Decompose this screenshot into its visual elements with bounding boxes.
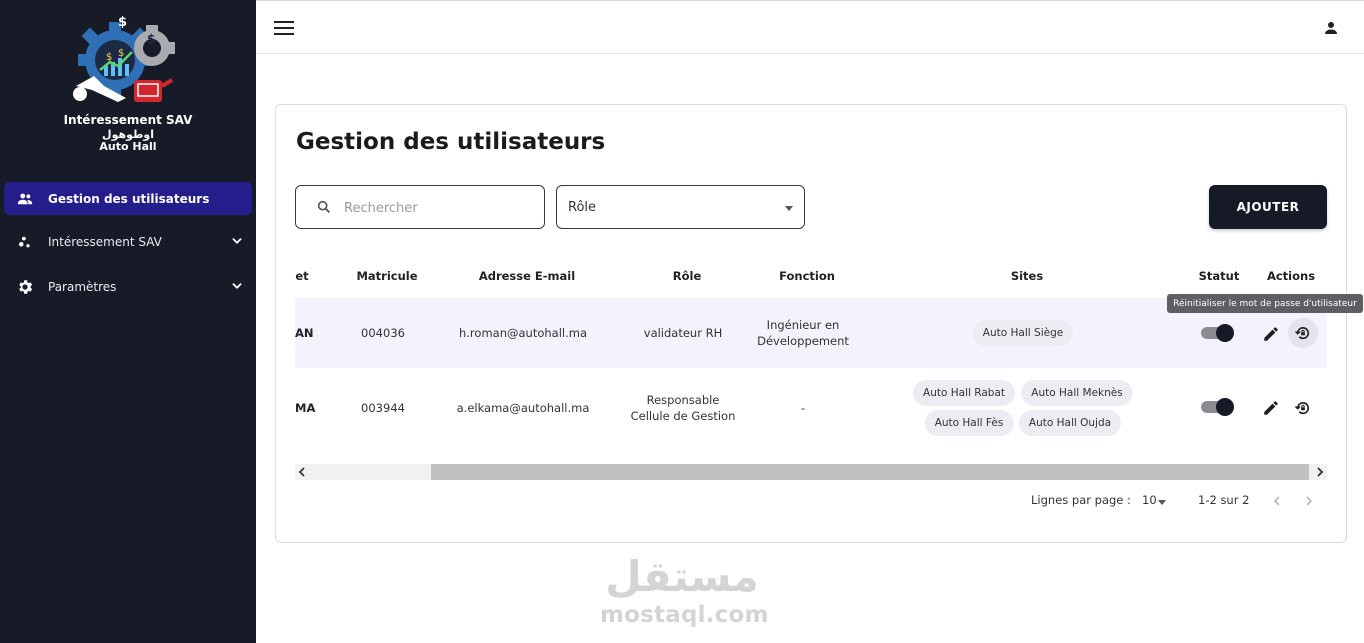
brand-name: Intéressement SAV <box>63 113 193 127</box>
column-header[interactable]: et <box>295 269 308 283</box>
user-fonction: Développement <box>757 334 849 348</box>
search-field[interactable] <box>295 185 545 229</box>
sidebar-item-label: Gestion des utilisateurs <box>48 191 210 206</box>
chevron-down-icon <box>232 238 242 244</box>
pagination-range: 1-2 sur 2 <box>1198 493 1250 507</box>
sidebar-item-label: Intéressement SAV <box>48 234 162 249</box>
site-chip: Auto Hall Oujda <box>1018 410 1122 436</box>
watermark-arabic: مستقل <box>605 552 759 601</box>
user-matricule: 004036 <box>361 326 405 340</box>
sidebar-item-interessement-sav[interactable]: Intéressement SAV <box>4 225 252 258</box>
rows-per-page-select[interactable]: 10 <box>1142 493 1157 507</box>
brand-subtitle: Auto Hall <box>99 140 157 153</box>
site-chip: Auto Hall Fès <box>924 410 1014 436</box>
site-chip: Auto Hall Meknès <box>1021 380 1133 406</box>
column-header[interactable]: Fonction <box>779 269 835 283</box>
column-header[interactable]: Adresse E-mail <box>479 269 575 283</box>
gear-icon <box>19 280 33 294</box>
edit-icon[interactable] <box>1262 325 1280 343</box>
user-name: AN <box>295 326 314 340</box>
lock-reset-icon[interactable] <box>1294 324 1312 342</box>
site-chip: Auto Hall Rabat <box>913 380 1015 406</box>
site-chip: Auto Hall Siège <box>972 320 1074 346</box>
menu-icon[interactable] <box>274 19 294 37</box>
role-select[interactable]: Rôle <box>556 185 805 229</box>
svg-text:$: $ <box>118 15 127 30</box>
svg-text:مستقل: مستقل <box>605 552 759 601</box>
column-header[interactable]: Sites <box>1011 269 1043 283</box>
next-page-icon[interactable] <box>1302 494 1316 508</box>
sidebar-item-parametres[interactable]: Paramètres <box>4 270 252 303</box>
svg-text:$: $ <box>147 32 155 46</box>
users-card: Gestion des utilisateurs Rôle AJOUTER et… <box>275 104 1347 543</box>
role-select-value: Rôle <box>568 200 597 215</box>
sidebar-item-label: Paramètres <box>48 279 117 294</box>
chevron-right-icon[interactable] <box>1315 467 1325 477</box>
user-role: Cellule de Gestion <box>630 409 736 423</box>
watermark-latin: mostaql.com <box>600 602 769 628</box>
column-header[interactable]: Matricule <box>356 269 417 283</box>
column-header[interactable]: Actions <box>1267 269 1315 283</box>
chevron-down-icon <box>232 283 242 289</box>
sidebar: $ $ $ $ Intéressement SAV اوطوهول Auto H… <box>0 0 256 643</box>
reset-password-tooltip: Réinitialiser le mot de passe d'utilisat… <box>1167 294 1363 313</box>
toggle-knob <box>1216 398 1234 416</box>
column-header[interactable]: Statut <box>1199 269 1240 283</box>
previous-page-icon[interactable] <box>1270 494 1284 508</box>
sidebar-item-gestion-utilisateurs[interactable]: Gestion des utilisateurs <box>4 182 252 215</box>
user-matricule: 003944 <box>361 401 405 415</box>
table-row[interactable]: MA 003944 a.elkama@autohall.ma Responsab… <box>295 368 1327 464</box>
users-table: et Matricule Adresse E-mail Rôle Fonctio… <box>295 255 1327 483</box>
user-name: MA <box>295 401 316 415</box>
status-toggle[interactable] <box>1201 398 1234 416</box>
toggle-knob <box>1216 324 1234 342</box>
user-fonction: - <box>800 401 806 415</box>
add-user-button[interactable]: AJOUTER <box>1209 185 1327 229</box>
edit-icon[interactable] <box>1262 399 1280 417</box>
account-icon[interactable] <box>1322 19 1340 37</box>
lock-reset-icon[interactable] <box>1294 399 1312 417</box>
rows-per-page-label: Lignes par page : <box>1031 493 1131 507</box>
user-role: Responsable <box>646 393 720 407</box>
column-header[interactable]: Rôle <box>673 269 702 283</box>
status-toggle[interactable] <box>1201 324 1234 342</box>
scrollbar-thumb[interactable] <box>431 464 1309 480</box>
horizontal-scrollbar[interactable] <box>295 464 1327 480</box>
page-title: Gestion des utilisateurs <box>296 129 606 155</box>
search-icon <box>317 200 330 213</box>
bubble-chart-icon <box>19 236 30 248</box>
user-fonction: Ingénieur en <box>766 318 840 332</box>
user-role: validateur RH <box>643 326 723 340</box>
user-email: h.roman@autohall.ma <box>458 326 588 340</box>
svg-text:$: $ <box>118 48 124 59</box>
company-logo: $ $ $ $ <box>73 15 175 102</box>
people-icon <box>17 193 33 205</box>
search-input[interactable] <box>344 196 534 220</box>
caret-down-icon <box>785 206 793 211</box>
chevron-left-icon[interactable] <box>297 467 307 477</box>
top-bar <box>256 0 1364 54</box>
user-email: a.elkama@autohall.ma <box>456 401 590 415</box>
caret-down-icon[interactable] <box>1158 500 1166 505</box>
